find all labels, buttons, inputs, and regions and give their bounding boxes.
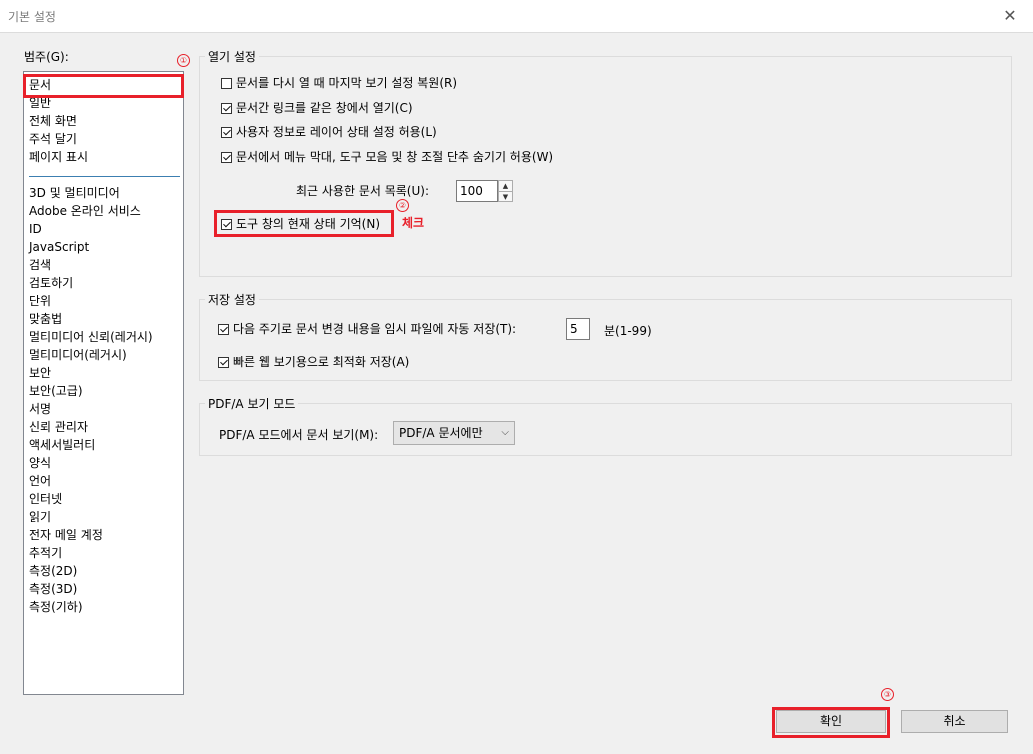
layer-state-label: 사용자 정보로 레이어 상태 설정 허용(L) <box>236 125 437 139</box>
stepper-down-icon[interactable]: ▼ <box>499 192 512 202</box>
category-item-page-display[interactable]: 페이지 표시 <box>29 149 88 166</box>
open-settings-title: 열기 설정 <box>205 48 259 65</box>
hide-menu-label: 문서에서 메뉴 막대, 도구 모음 및 창 조절 단추 숨기기 허용(W) <box>236 150 554 164</box>
annotation-highlight-remember-tools <box>214 210 394 237</box>
checkbox-box[interactable] <box>221 127 232 138</box>
category-item[interactable]: 단위 <box>29 293 51 310</box>
category-item-commenting[interactable]: 주석 달기 <box>29 131 77 148</box>
annotation-number-3: ③ <box>881 688 894 701</box>
checkbox-box[interactable] <box>221 103 232 114</box>
category-item[interactable]: 검색 <box>29 257 51 274</box>
category-item[interactable]: 검토하기 <box>29 275 73 292</box>
category-item[interactable]: 3D 및 멀티미디어 <box>29 185 120 202</box>
category-item[interactable]: 읽기 <box>29 509 51 526</box>
category-item[interactable]: 추적기 <box>29 545 62 562</box>
pdfa-view-select[interactable]: PDF/A 문서에만 ⌵ <box>393 421 515 445</box>
annotation-check-text: 체크 <box>402 216 425 230</box>
category-item[interactable]: 측정(2D) <box>29 563 77 580</box>
category-item[interactable]: ID <box>29 221 42 238</box>
recent-docs-label: 최근 사용한 문서 목록(U): <box>296 184 429 198</box>
category-separator <box>29 176 180 177</box>
window-title: 기본 설정 <box>8 10 56 24</box>
checkbox-box[interactable] <box>221 78 232 89</box>
autosave-interval-input[interactable]: 5 <box>566 318 590 340</box>
annotation-number-1: ① <box>177 54 190 67</box>
annotation-highlight-document <box>23 74 184 98</box>
checkbox-box[interactable] <box>218 357 229 368</box>
pdfa-view-label: PDF/A 모드에서 문서 보기(M): <box>219 428 379 442</box>
category-item[interactable]: 양식 <box>29 455 51 472</box>
pdfa-title: PDF/A 보기 모드 <box>205 395 299 412</box>
same-window-links-label: 문서간 링크를 같은 창에서 열기(C) <box>236 101 413 115</box>
category-list[interactable]: 문서 일반 전체 화면 주석 달기 페이지 표시 3D 및 멀티미디어 Adob… <box>23 71 184 695</box>
autosave-checkbox[interactable]: 다음 주기로 문서 변경 내용을 임시 파일에 자동 저장(T): <box>218 321 516 337</box>
stepper-up-icon[interactable]: ▲ <box>499 181 512 192</box>
cancel-button[interactable]: 취소 <box>901 710 1008 733</box>
category-item[interactable]: 보안(고급) <box>29 383 83 400</box>
same-window-links-checkbox[interactable]: 문서간 링크를 같은 창에서 열기(C) <box>221 100 413 116</box>
category-item[interactable]: 측정(기하) <box>29 599 83 616</box>
category-item[interactable]: Adobe 온라인 서비스 <box>29 203 141 220</box>
restore-view-label: 문서를 다시 열 때 마지막 보기 설정 복원(R) <box>236 76 458 90</box>
autosave-unit: 분(1-99) <box>604 324 652 338</box>
title-divider <box>0 32 1033 33</box>
category-item[interactable]: 전자 메일 계정 <box>29 527 103 544</box>
layer-state-checkbox[interactable]: 사용자 정보로 레이어 상태 설정 허용(L) <box>221 124 437 140</box>
annotation-highlight-ok <box>772 707 890 738</box>
category-item[interactable]: 멀티미디어 신뢰(레거시) <box>29 329 153 346</box>
category-item[interactable]: 측정(3D) <box>29 581 77 598</box>
fast-web-label: 빠른 웹 보기용으로 최적화 저장(A) <box>233 355 410 369</box>
fast-web-checkbox[interactable]: 빠른 웹 보기용으로 최적화 저장(A) <box>218 354 409 370</box>
category-item[interactable]: 멀티미디어(레거시) <box>29 347 127 364</box>
save-settings-title: 저장 설정 <box>205 291 259 308</box>
chevron-down-icon: ⌵ <box>501 427 509 438</box>
category-item-fullscreen[interactable]: 전체 화면 <box>29 113 77 130</box>
restore-view-checkbox[interactable]: 문서를 다시 열 때 마지막 보기 설정 복원(R) <box>221 75 457 91</box>
category-item[interactable]: 인터넷 <box>29 491 62 508</box>
autosave-label: 다음 주기로 문서 변경 내용을 임시 파일에 자동 저장(T): <box>233 322 517 336</box>
category-item[interactable]: 언어 <box>29 473 51 490</box>
recent-docs-stepper[interactable]: ▲ ▼ <box>498 180 513 202</box>
category-item[interactable]: 맞춤법 <box>29 311 62 328</box>
pdfa-view-value: PDF/A 문서에만 <box>399 426 483 440</box>
checkbox-box[interactable] <box>218 324 229 335</box>
category-item[interactable]: 보안 <box>29 365 51 382</box>
category-label: 범주(G): <box>24 50 69 64</box>
checkbox-box[interactable] <box>221 152 232 163</box>
recent-docs-input[interactable]: 100 <box>456 180 498 202</box>
hide-menu-checkbox[interactable]: 문서에서 메뉴 막대, 도구 모음 및 창 조절 단추 숨기기 허용(W) <box>221 149 553 165</box>
title-bar: 기본 설정 ✕ <box>0 0 1033 32</box>
category-item[interactable]: 서명 <box>29 401 51 418</box>
category-item[interactable]: JavaScript <box>29 239 89 256</box>
annotation-number-2: ② <box>396 199 409 212</box>
close-icon[interactable]: ✕ <box>987 0 1033 32</box>
category-item[interactable]: 신뢰 관리자 <box>29 419 88 436</box>
category-item[interactable]: 액세서빌러티 <box>29 437 95 454</box>
